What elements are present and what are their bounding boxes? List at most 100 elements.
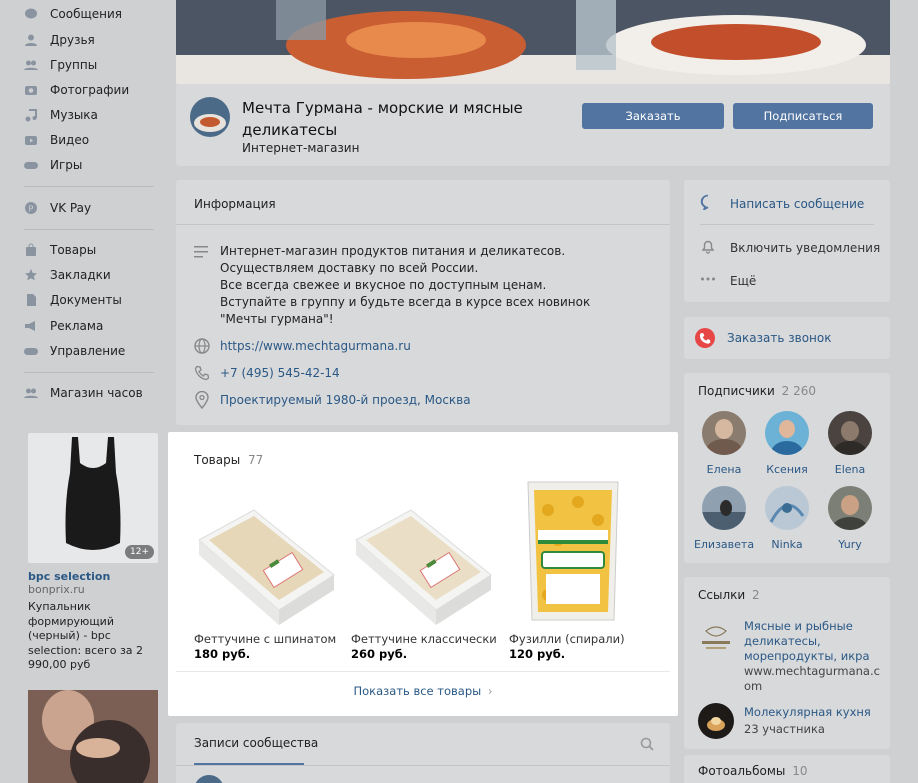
phone-icon bbox=[194, 365, 210, 384]
link-title[interactable]: Мясные и рыбные деликатесы, морепродукты… bbox=[744, 619, 882, 664]
link-logo[interactable] bbox=[698, 621, 734, 657]
phone-number[interactable]: +7 (495) 545-42-14 bbox=[220, 366, 340, 380]
ad-domain: bonprix.ru bbox=[28, 583, 85, 596]
subscriber-avatar[interactable] bbox=[828, 486, 872, 530]
goods-icon bbox=[24, 243, 38, 257]
show-all-goods-link[interactable]: Показать все товары › bbox=[168, 684, 678, 698]
nav-separator bbox=[24, 229, 154, 230]
nav-separator bbox=[24, 372, 154, 373]
nav-item-groups[interactable]: Группы bbox=[24, 55, 97, 75]
links-header[interactable]: Ссылки 2 bbox=[698, 588, 760, 602]
ad-title[interactable]: bpc selection bbox=[28, 570, 158, 583]
link-logo[interactable] bbox=[698, 703, 734, 739]
ad-image-2[interactable] bbox=[28, 690, 158, 783]
group-name: Мечта Гурмана - морские и мясные деликат… bbox=[242, 99, 523, 139]
ads-icon bbox=[24, 319, 38, 333]
divider bbox=[176, 224, 670, 225]
product-name[interactable]: Феттучине классически... bbox=[351, 632, 496, 646]
nav-item-video[interactable]: Видео bbox=[24, 130, 89, 150]
subscriber-name[interactable]: Yury bbox=[810, 538, 890, 551]
product-name[interactable]: Фузилли (спирали) bbox=[509, 632, 625, 646]
link-subtitle: www.mechtagurmana.com bbox=[744, 664, 880, 693]
product-price: 120 руб. bbox=[509, 647, 566, 661]
link-subtitle: 23 участника bbox=[744, 722, 825, 736]
subscriber-name[interactable]: Elena bbox=[810, 463, 890, 476]
product-image[interactable] bbox=[194, 480, 338, 628]
nav-item-messages[interactable]: Сообщения bbox=[24, 4, 122, 24]
bell-icon bbox=[700, 238, 716, 257]
product-name[interactable]: Феттучине с шпинатом bbox=[194, 632, 339, 646]
ad-description: Купальник формирующий (черный) - bpc sel… bbox=[28, 600, 144, 671]
order-call-button[interactable]: Заказать звонок bbox=[695, 328, 832, 348]
shop-icon bbox=[24, 386, 38, 400]
subscribers-header[interactable]: Подписчики 2 260 bbox=[698, 384, 816, 398]
links-count: 2 bbox=[752, 588, 760, 602]
pasta-box-image bbox=[355, 509, 492, 625]
vkpay-icon: P bbox=[24, 201, 38, 215]
subscriber-avatar[interactable] bbox=[765, 486, 809, 530]
subscribers-panel: Подписчики 2 260 Елена Ксения Elena Елиз… bbox=[684, 373, 890, 563]
couple-photo bbox=[28, 690, 158, 783]
documents-icon bbox=[24, 293, 38, 307]
search-icon[interactable] bbox=[640, 737, 654, 754]
nav-item-shop[interactable]: Магазин часов bbox=[24, 383, 143, 403]
links-panel: Ссылки 2 Мясные и рыбные деликатесы, мор… bbox=[684, 577, 890, 749]
nav-item-manage[interactable]: Управление bbox=[24, 341, 125, 361]
wall-tab[interactable]: Записи сообщества bbox=[194, 736, 318, 750]
product-image[interactable] bbox=[351, 480, 495, 628]
enable-notifications-label: Включить уведомления bbox=[730, 240, 881, 255]
ad-image[interactable]: 12+ bbox=[28, 433, 158, 563]
info-panel: Информация Интернет-магазин продуктов пи… bbox=[176, 180, 670, 425]
post-author-avatar[interactable] bbox=[194, 775, 224, 783]
manage-icon bbox=[24, 344, 38, 358]
video-icon bbox=[24, 133, 38, 147]
bookmarks-icon bbox=[24, 268, 38, 282]
nav-item-friends[interactable]: Друзья bbox=[24, 30, 95, 50]
nav-item-games[interactable]: Игры bbox=[24, 155, 82, 175]
link-title[interactable]: Молекулярная кухня bbox=[744, 705, 871, 719]
nav-separator bbox=[24, 186, 154, 187]
website-link[interactable]: https://www.mechtagurmana.ru bbox=[220, 339, 411, 353]
ad-text[interactable]: bpc selection bonprix.ru Купальник форми… bbox=[28, 570, 158, 673]
nav-item-bookmarks[interactable]: Закладки bbox=[24, 265, 111, 285]
address-link[interactable]: Проектируемый 1980-й проезд, Москва bbox=[220, 393, 471, 407]
write-message-label: Написать сообщение bbox=[730, 196, 865, 211]
group-avatar[interactable] bbox=[190, 97, 230, 137]
svg-text:P: P bbox=[29, 205, 34, 214]
enable-notifications-button[interactable]: Включить уведомления bbox=[700, 238, 880, 257]
write-message-button[interactable]: Написать сообщение bbox=[700, 194, 864, 213]
nav-item-ads[interactable]: Реклама bbox=[24, 316, 103, 336]
more-button[interactable]: Ещё bbox=[700, 271, 756, 290]
nav-item-music[interactable]: Музыка bbox=[24, 105, 98, 125]
group-category: Интернет-магазин bbox=[242, 141, 360, 155]
more-dots-icon bbox=[700, 271, 716, 290]
subscribe-button[interactable]: Подписаться bbox=[733, 103, 873, 129]
goods-panel: Товары 77 Феттучине с шпинатом 180 руб. … bbox=[168, 432, 678, 716]
order-button[interactable]: Заказать bbox=[582, 103, 724, 129]
divider bbox=[176, 765, 670, 766]
nav-item-documents[interactable]: Документы bbox=[24, 290, 122, 310]
subscriber-avatar[interactable] bbox=[702, 486, 746, 530]
age-badge: 12+ bbox=[125, 545, 154, 559]
subscriber-avatar[interactable] bbox=[828, 411, 872, 455]
goods-title[interactable]: Товары bbox=[194, 453, 240, 467]
friends-icon bbox=[24, 33, 38, 47]
description-icon bbox=[194, 245, 210, 262]
group-header: Мечта Гурмана - морские и мясные деликат… bbox=[176, 84, 890, 166]
photos-icon bbox=[24, 83, 38, 97]
divider bbox=[176, 671, 670, 672]
albums-panel: Фотоальбомы 10 bbox=[684, 755, 890, 783]
albums-header[interactable]: Фотоальбомы 10 bbox=[698, 764, 807, 778]
subscriber-avatar[interactable] bbox=[702, 411, 746, 455]
product-image[interactable] bbox=[518, 480, 628, 628]
subscriber-avatar[interactable] bbox=[765, 411, 809, 455]
swimsuit-image bbox=[65, 437, 121, 550]
location-icon bbox=[195, 390, 209, 412]
nav-item-photos[interactable]: Фотографии bbox=[24, 80, 129, 100]
goods-count: 77 bbox=[248, 453, 264, 467]
nav-item-goods[interactable]: Товары bbox=[24, 240, 96, 260]
links-title: Ссылки bbox=[698, 588, 746, 602]
subscribers-title: Подписчики bbox=[698, 384, 775, 398]
nav-item-vkpay[interactable]: P VK Pay bbox=[24, 198, 91, 218]
cover-image bbox=[176, 0, 890, 84]
